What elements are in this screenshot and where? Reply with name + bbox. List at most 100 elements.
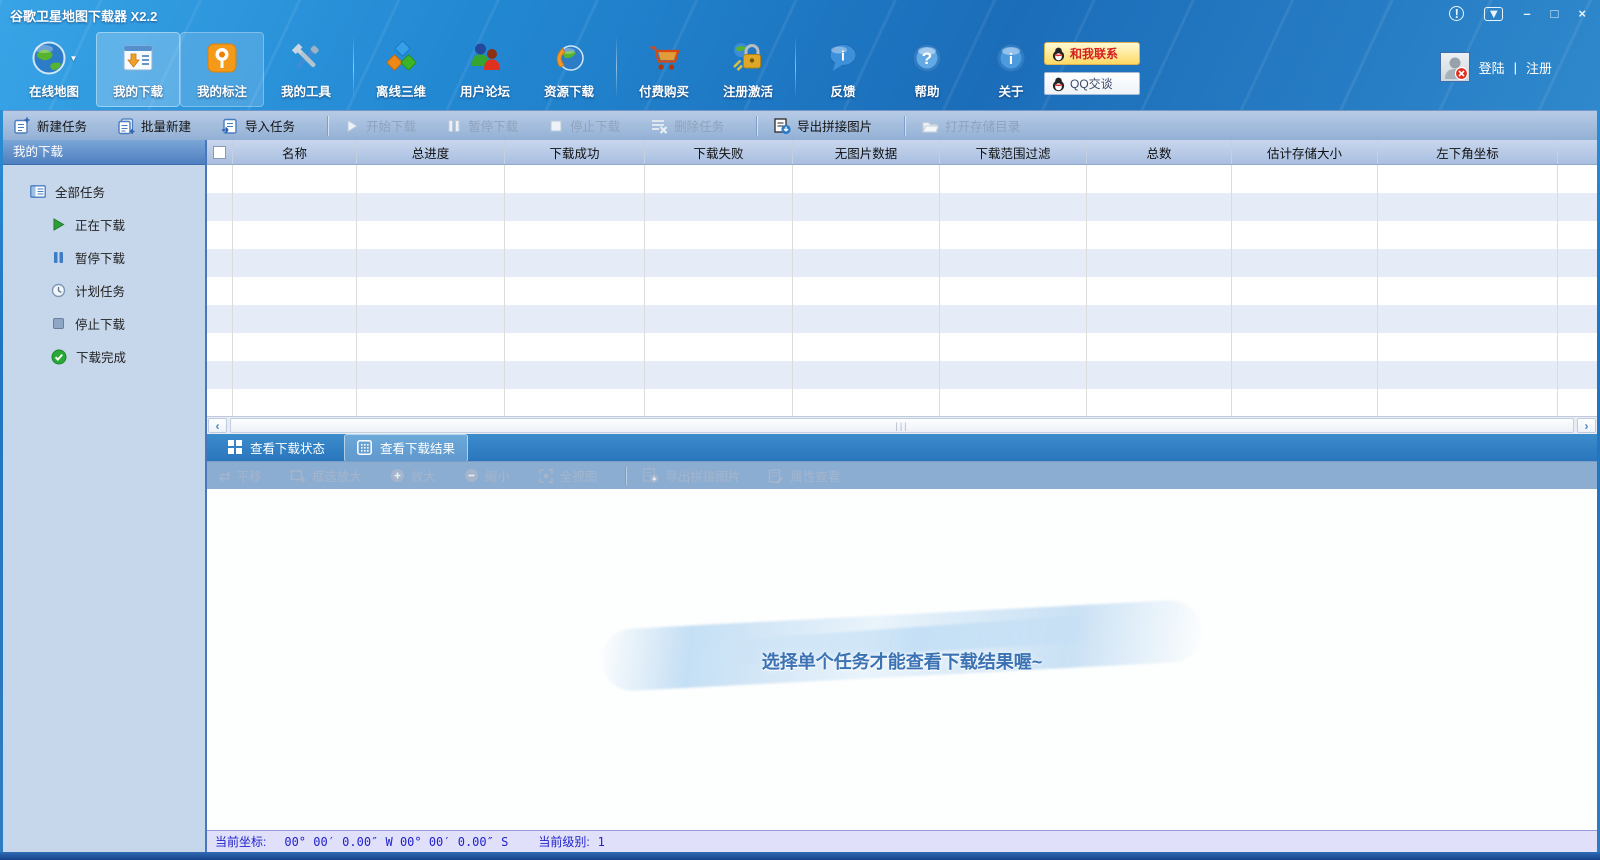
downloads-icon [120, 40, 156, 76]
toolbar-item-online-map[interactable]: ▼ 在线地图 [12, 32, 96, 107]
column-header-bl-coord[interactable]: 左下角坐标 [1378, 140, 1558, 164]
scrollbar-thumb[interactable]: ||| [230, 418, 1574, 433]
column-header-total[interactable]: 总数 [1087, 140, 1232, 164]
sidebar-item-all-tasks[interactable]: 全部任务 [3, 175, 205, 208]
stop-icon [548, 118, 564, 134]
maximize-button[interactable]: □ [1551, 7, 1559, 21]
zoom-in-button[interactable]: 放大 [390, 466, 436, 485]
open-storage-dir-button[interactable]: 打开存储目录 [921, 116, 1020, 135]
toolbar-item-label: 关于 [998, 81, 1023, 100]
sidebar: 我的下载 全部任务 正在下载 [3, 140, 205, 852]
close-button[interactable]: × [1578, 7, 1586, 21]
zoom-in-icon [390, 468, 405, 483]
minimize-button[interactable]: – [1523, 7, 1530, 21]
view-properties-button[interactable]: 属性查看 [768, 466, 840, 485]
account-divider: | [1514, 60, 1517, 75]
new-task-button[interactable]: 新建任务 [13, 116, 87, 135]
task-item-label: 批量新建 [141, 116, 191, 135]
sidebar-item-label: 计划任务 [75, 281, 125, 300]
tab-label: 查看下载结果 [380, 438, 455, 457]
scrollbar-track[interactable]: ||| [228, 418, 1576, 433]
full-view-button[interactable]: 全视图 [538, 466, 598, 485]
play-icon [51, 217, 66, 232]
tool-label: 放大 [411, 466, 436, 485]
stop-download-button[interactable]: 停止下载 [548, 116, 620, 135]
globe-icon [31, 40, 67, 76]
rect-zoom-icon [290, 468, 306, 484]
scroll-right-arrow[interactable]: › [1577, 418, 1596, 433]
tab-download-status[interactable]: 查看下载状态 [215, 434, 338, 462]
import-task-button[interactable]: 导入任务 [221, 116, 295, 135]
delete-task-button[interactable]: 删除任务 [650, 116, 724, 135]
pan-button[interactable]: ⇄ 平移 [219, 466, 262, 485]
avatar[interactable] [1440, 52, 1470, 82]
sidebar-item-downloading[interactable]: 正在下载 [3, 208, 205, 241]
export-image-icon [642, 467, 659, 484]
tab-label: 查看下载状态 [250, 438, 325, 457]
toolbar-item-label: 反馈 [830, 81, 855, 100]
cubes-3d-icon [383, 40, 419, 76]
play-icon [344, 118, 360, 134]
toolbar-item-purchase[interactable]: 付费购买 [622, 32, 706, 107]
about-window-icon[interactable]: ! [1449, 6, 1464, 21]
properties-icon [768, 468, 784, 484]
sidebar-item-label: 停止下载 [75, 314, 125, 333]
contact-me-label: 和我联系 [1070, 45, 1118, 62]
sidebar-item-stopped[interactable]: 停止下载 [3, 307, 205, 340]
toolbar-item-label: 离线三维 [376, 81, 426, 100]
export-stitched-image-button-2[interactable]: 导出拼接图片 [642, 466, 740, 485]
column-header-name[interactable]: 名称 [233, 140, 357, 164]
task-table-body[interactable] [207, 165, 1597, 417]
task-item-label: 导出拼接图片 [797, 116, 872, 135]
start-download-button[interactable]: 开始下载 [344, 116, 416, 135]
task-item-label: 新建任务 [37, 116, 87, 135]
qq-chat-button[interactable]: QQ交谈 [1044, 72, 1140, 95]
toolbar-item-resource-download[interactable]: 资源下载 [527, 32, 611, 107]
horizontal-scrollbar[interactable]: ‹ ||| › [207, 417, 1597, 434]
check-icon [51, 349, 67, 365]
window-title: 谷歌卫星地图下载器 X2.2 [10, 6, 157, 25]
toolbar-item-user-forum[interactable]: 用户论坛 [443, 32, 527, 107]
sidebar-item-completed[interactable]: 下载完成 [3, 340, 205, 373]
zoom-out-button[interactable]: 缩小 [464, 466, 510, 485]
task-item-label: 打开存储目录 [945, 116, 1020, 135]
toolbar-item-my-tools[interactable]: 我的工具 [264, 32, 348, 107]
column-header-est-size[interactable]: 估计存储大小 [1232, 140, 1378, 164]
register-link[interactable]: 注册 [1526, 58, 1552, 77]
tool-label: 缩小 [485, 466, 510, 485]
toolbar-item-help[interactable]: ? 帮助 [885, 32, 969, 107]
toolbar-item-my-downloads[interactable]: 我的下载 [96, 32, 180, 107]
sidebar-item-paused[interactable]: 暂停下载 [3, 241, 205, 274]
sidebar-item-label: 正在下载 [75, 215, 125, 234]
toolbar-item-my-markers[interactable]: 我的标注 [180, 32, 264, 107]
export-stitched-image-button[interactable]: 导出拼接图片 [773, 116, 872, 135]
rect-zoom-button[interactable]: 框选放大 [290, 466, 362, 485]
login-link[interactable]: 登陆 [1479, 58, 1505, 77]
chevron-down-icon[interactable]: ▼ [70, 54, 78, 63]
column-header-range-filter[interactable]: 下载范围过滤 [940, 140, 1087, 164]
task-toolbar-separator [904, 116, 905, 136]
toolbar-item-about[interactable]: i 关于 [969, 32, 1053, 107]
minimize-to-tray-icon[interactable]: ▼ [1484, 7, 1503, 21]
column-header-success[interactable]: 下载成功 [505, 140, 645, 164]
task-item-label: 开始下载 [366, 116, 416, 135]
column-header-no-image[interactable]: 无图片数据 [793, 140, 940, 164]
batch-new-icon [117, 117, 135, 135]
toolbar-item-feedback[interactable]: i 反馈 [801, 32, 885, 107]
delete-task-icon [650, 118, 668, 134]
pan-icon: ⇄ [219, 469, 231, 483]
tab-download-results[interactable]: 查看下载结果 [344, 434, 468, 462]
column-header-progress[interactable]: 总进度 [357, 140, 505, 164]
pause-download-button[interactable]: 暂停下载 [446, 116, 518, 135]
scroll-left-arrow[interactable]: ‹ [208, 418, 227, 433]
toolbar-item-label: 资源下载 [544, 81, 594, 100]
toolbar-item-register-activate[interactable]: 注册激活 [706, 32, 790, 107]
sidebar-item-scheduled[interactable]: 计划任务 [3, 274, 205, 307]
select-all-checkbox[interactable] [213, 146, 226, 159]
toolbar-item-offline-3d[interactable]: 离线三维 [359, 32, 443, 107]
batch-new-button[interactable]: 批量新建 [117, 116, 191, 135]
tool-label: 导出拼接图片 [665, 466, 740, 485]
help-icon: ? [909, 40, 945, 76]
contact-me-button[interactable]: 和我联系 [1044, 42, 1140, 65]
column-header-failed[interactable]: 下载失败 [645, 140, 793, 164]
